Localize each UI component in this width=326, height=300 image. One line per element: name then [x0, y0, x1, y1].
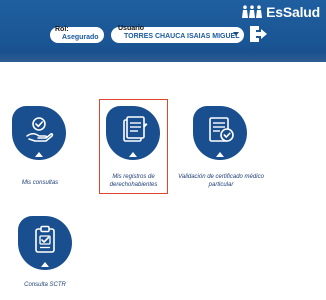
documents-icon [123, 116, 148, 142]
tile-label: Mis consultas [21, 180, 59, 186]
tile-label: Consulta SCTR [24, 282, 66, 288]
user-label: Usuario [118, 25, 145, 32]
tile-arrow [41, 262, 49, 267]
user-value[interactable]: TORRES CHAUCA ISAIAS MIGUEL [124, 33, 240, 40]
family-icon [242, 5, 263, 18]
certificate-check-icon [209, 117, 234, 142]
tile-arrow [216, 152, 224, 157]
rol-label: Rol: [55, 26, 69, 33]
logout-icon[interactable] [248, 24, 268, 44]
logo-text: EsSalud [266, 4, 320, 20]
chevron-down-icon[interactable] [233, 32, 239, 36]
tile-label: Mis registros de derechohabientes [109, 174, 158, 188]
hand-check-icon [26, 117, 54, 142]
essalud-logo: EsSalud [241, 3, 320, 21]
rol-value: Asegurado [62, 34, 99, 41]
tile-arrow [129, 152, 137, 157]
tile-arrow [35, 152, 43, 157]
clipboard-check-icon [35, 225, 55, 253]
top-header: EsSalud Rol: Asegurado Usuario TORRES CH… [0, 0, 326, 62]
tile-label: Validación de certificado médico particu… [178, 174, 264, 188]
